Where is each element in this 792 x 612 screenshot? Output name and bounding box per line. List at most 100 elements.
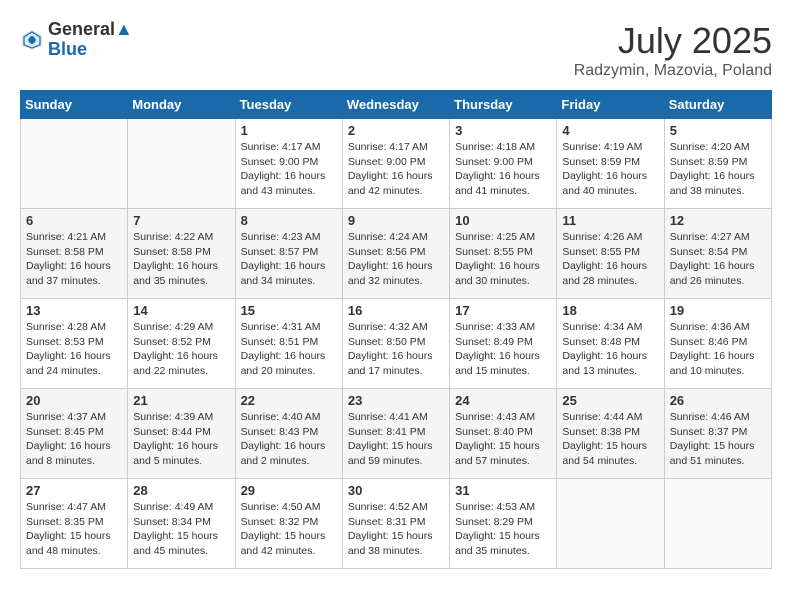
calendar-cell: 21 Sunrise: 4:39 AM Sunset: 8:44 PM Dayli… xyxy=(128,389,235,479)
calendar-cell: 23 Sunrise: 4:41 AM Sunset: 8:41 PM Dayli… xyxy=(342,389,449,479)
header-wednesday: Wednesday xyxy=(342,91,449,119)
calendar-cell: 1Sunrise: 4:17 AM Sunset: 9:00 PM Daylig… xyxy=(235,119,342,209)
calendar-cell: 28Sunrise: 4:49 AM Sunset: 8:34 PM Dayli… xyxy=(128,479,235,569)
day-number: 30 xyxy=(348,483,444,498)
day-number: 23 xyxy=(348,393,444,408)
day-number: 22 xyxy=(241,393,337,408)
calendar-cell: 22 Sunrise: 4:40 AM Sunset: 8:43 PM Dayli… xyxy=(235,389,342,479)
day-info: Sunrise: 4:26 AM Sunset: 8:55 PM Dayligh… xyxy=(562,230,658,289)
day-number: 9 xyxy=(348,213,444,228)
calendar-cell: 4 Sunrise: 4:19 AM Sunset: 8:59 PM Daylig… xyxy=(557,119,664,209)
day-info: Sunrise: 4:33 AM Sunset: 8:49 PM Dayligh… xyxy=(455,320,551,379)
calendar-table: SundayMondayTuesdayWednesdayThursdayFrid… xyxy=(20,90,772,569)
day-number: 17 xyxy=(455,303,551,318)
day-info: Sunrise: 4:18 AM Sunset: 9:00 PM Dayligh… xyxy=(455,140,551,199)
day-number: 24 xyxy=(455,393,551,408)
day-number: 4 xyxy=(562,123,658,138)
calendar-cell: 3 Sunrise: 4:18 AM Sunset: 9:00 PM Daylig… xyxy=(450,119,557,209)
day-number: 8 xyxy=(241,213,337,228)
calendar-cell: 13 Sunrise: 4:28 AM Sunset: 8:53 PM Dayli… xyxy=(21,299,128,389)
page-header: General▲ Blue July 2025 Radzymin, Mazovi… xyxy=(20,20,772,80)
day-info: Sunrise: 4:40 AM Sunset: 8:43 PM Dayligh… xyxy=(241,410,337,469)
day-info: Sunrise: 4:22 AM Sunset: 8:58 PM Dayligh… xyxy=(133,230,229,289)
calendar-week-5: 27Sunrise: 4:47 AM Sunset: 8:35 PM Dayli… xyxy=(21,479,772,569)
day-number: 20 xyxy=(26,393,122,408)
calendar-cell: 6Sunrise: 4:21 AM Sunset: 8:58 PM Daylig… xyxy=(21,209,128,299)
day-info: Sunrise: 4:52 AM Sunset: 8:31 PM Dayligh… xyxy=(348,500,444,559)
calendar-cell: 27Sunrise: 4:47 AM Sunset: 8:35 PM Dayli… xyxy=(21,479,128,569)
logo-text: General▲ Blue xyxy=(48,20,133,60)
day-info: Sunrise: 4:17 AM Sunset: 9:00 PM Dayligh… xyxy=(348,140,444,199)
header-sunday: Sunday xyxy=(21,91,128,119)
day-info: Sunrise: 4:46 AM Sunset: 8:37 PM Dayligh… xyxy=(670,410,766,469)
calendar-cell: 29 Sunrise: 4:50 AM Sunset: 8:32 PM Dayli… xyxy=(235,479,342,569)
logo-icon xyxy=(20,28,44,52)
header-thursday: Thursday xyxy=(450,91,557,119)
day-info: Sunrise: 4:23 AM Sunset: 8:57 PM Dayligh… xyxy=(241,230,337,289)
day-info: Sunrise: 4:47 AM Sunset: 8:35 PM Dayligh… xyxy=(26,500,122,559)
calendar-cell xyxy=(664,479,771,569)
day-info: Sunrise: 4:43 AM Sunset: 8:40 PM Dayligh… xyxy=(455,410,551,469)
day-info: Sunrise: 4:17 AM Sunset: 9:00 PM Dayligh… xyxy=(241,140,337,199)
day-number: 10 xyxy=(455,213,551,228)
calendar-cell xyxy=(557,479,664,569)
day-number: 5 xyxy=(670,123,766,138)
day-info: Sunrise: 4:28 AM Sunset: 8:53 PM Dayligh… xyxy=(26,320,122,379)
calendar-cell: 26Sunrise: 4:46 AM Sunset: 8:37 PM Dayli… xyxy=(664,389,771,479)
day-number: 12 xyxy=(670,213,766,228)
day-info: Sunrise: 4:53 AM Sunset: 8:29 PM Dayligh… xyxy=(455,500,551,559)
day-info: Sunrise: 4:25 AM Sunset: 8:55 PM Dayligh… xyxy=(455,230,551,289)
location: Radzymin, Mazovia, Poland xyxy=(574,62,772,80)
calendar-cell: 9 Sunrise: 4:24 AM Sunset: 8:56 PM Daylig… xyxy=(342,209,449,299)
title-block: July 2025 Radzymin, Mazovia, Poland xyxy=(574,20,772,80)
calendar-cell: 2Sunrise: 4:17 AM Sunset: 9:00 PM Daylig… xyxy=(342,119,449,209)
calendar-week-1: 1Sunrise: 4:17 AM Sunset: 9:00 PM Daylig… xyxy=(21,119,772,209)
calendar-week-2: 6Sunrise: 4:21 AM Sunset: 8:58 PM Daylig… xyxy=(21,209,772,299)
day-info: Sunrise: 4:32 AM Sunset: 8:50 PM Dayligh… xyxy=(348,320,444,379)
calendar-cell: 14 Sunrise: 4:29 AM Sunset: 8:52 PM Dayli… xyxy=(128,299,235,389)
calendar-cell: 30 Sunrise: 4:52 AM Sunset: 8:31 PM Dayli… xyxy=(342,479,449,569)
header-friday: Friday xyxy=(557,91,664,119)
day-info: Sunrise: 4:29 AM Sunset: 8:52 PM Dayligh… xyxy=(133,320,229,379)
day-number: 13 xyxy=(26,303,122,318)
calendar-cell: 16Sunrise: 4:32 AM Sunset: 8:50 PM Dayli… xyxy=(342,299,449,389)
calendar-header-row: SundayMondayTuesdayWednesdayThursdayFrid… xyxy=(21,91,772,119)
calendar-cell: 8 Sunrise: 4:23 AM Sunset: 8:57 PM Daylig… xyxy=(235,209,342,299)
day-number: 29 xyxy=(241,483,337,498)
day-number: 11 xyxy=(562,213,658,228)
day-info: Sunrise: 4:34 AM Sunset: 8:48 PM Dayligh… xyxy=(562,320,658,379)
calendar-cell: 20Sunrise: 4:37 AM Sunset: 8:45 PM Dayli… xyxy=(21,389,128,479)
day-info: Sunrise: 4:24 AM Sunset: 8:56 PM Dayligh… xyxy=(348,230,444,289)
day-number: 14 xyxy=(133,303,229,318)
calendar-cell: 18 Sunrise: 4:34 AM Sunset: 8:48 PM Dayli… xyxy=(557,299,664,389)
day-info: Sunrise: 4:27 AM Sunset: 8:54 PM Dayligh… xyxy=(670,230,766,289)
header-monday: Monday xyxy=(128,91,235,119)
day-info: Sunrise: 4:39 AM Sunset: 8:44 PM Dayligh… xyxy=(133,410,229,469)
day-number: 19 xyxy=(670,303,766,318)
month-year: July 2025 xyxy=(574,20,772,62)
day-info: Sunrise: 4:36 AM Sunset: 8:46 PM Dayligh… xyxy=(670,320,766,379)
calendar-cell: 10 Sunrise: 4:25 AM Sunset: 8:55 PM Dayli… xyxy=(450,209,557,299)
day-info: Sunrise: 4:44 AM Sunset: 8:38 PM Dayligh… xyxy=(562,410,658,469)
calendar-cell: 7 Sunrise: 4:22 AM Sunset: 8:58 PM Daylig… xyxy=(128,209,235,299)
calendar-cell: 5Sunrise: 4:20 AM Sunset: 8:59 PM Daylig… xyxy=(664,119,771,209)
calendar-cell: 19 Sunrise: 4:36 AM Sunset: 8:46 PM Dayli… xyxy=(664,299,771,389)
logo-general: General xyxy=(48,19,115,39)
calendar-cell: 31 Sunrise: 4:53 AM Sunset: 8:29 PM Dayli… xyxy=(450,479,557,569)
logo-icon-wave: ▲ xyxy=(115,19,133,39)
calendar-cell xyxy=(128,119,235,209)
day-info: Sunrise: 4:50 AM Sunset: 8:32 PM Dayligh… xyxy=(241,500,337,559)
day-number: 31 xyxy=(455,483,551,498)
calendar-cell: 11 Sunrise: 4:26 AM Sunset: 8:55 PM Dayli… xyxy=(557,209,664,299)
day-number: 3 xyxy=(455,123,551,138)
day-number: 7 xyxy=(133,213,229,228)
calendar-cell: 17 Sunrise: 4:33 AM Sunset: 8:49 PM Dayli… xyxy=(450,299,557,389)
calendar-cell: 12 Sunrise: 4:27 AM Sunset: 8:54 PM Dayli… xyxy=(664,209,771,299)
day-info: Sunrise: 4:41 AM Sunset: 8:41 PM Dayligh… xyxy=(348,410,444,469)
calendar-cell: 25Sunrise: 4:44 AM Sunset: 8:38 PM Dayli… xyxy=(557,389,664,479)
logo-blue: Blue xyxy=(48,39,87,59)
day-info: Sunrise: 4:19 AM Sunset: 8:59 PM Dayligh… xyxy=(562,140,658,199)
calendar-week-3: 13 Sunrise: 4:28 AM Sunset: 8:53 PM Dayli… xyxy=(21,299,772,389)
day-number: 18 xyxy=(562,303,658,318)
day-number: 21 xyxy=(133,393,229,408)
